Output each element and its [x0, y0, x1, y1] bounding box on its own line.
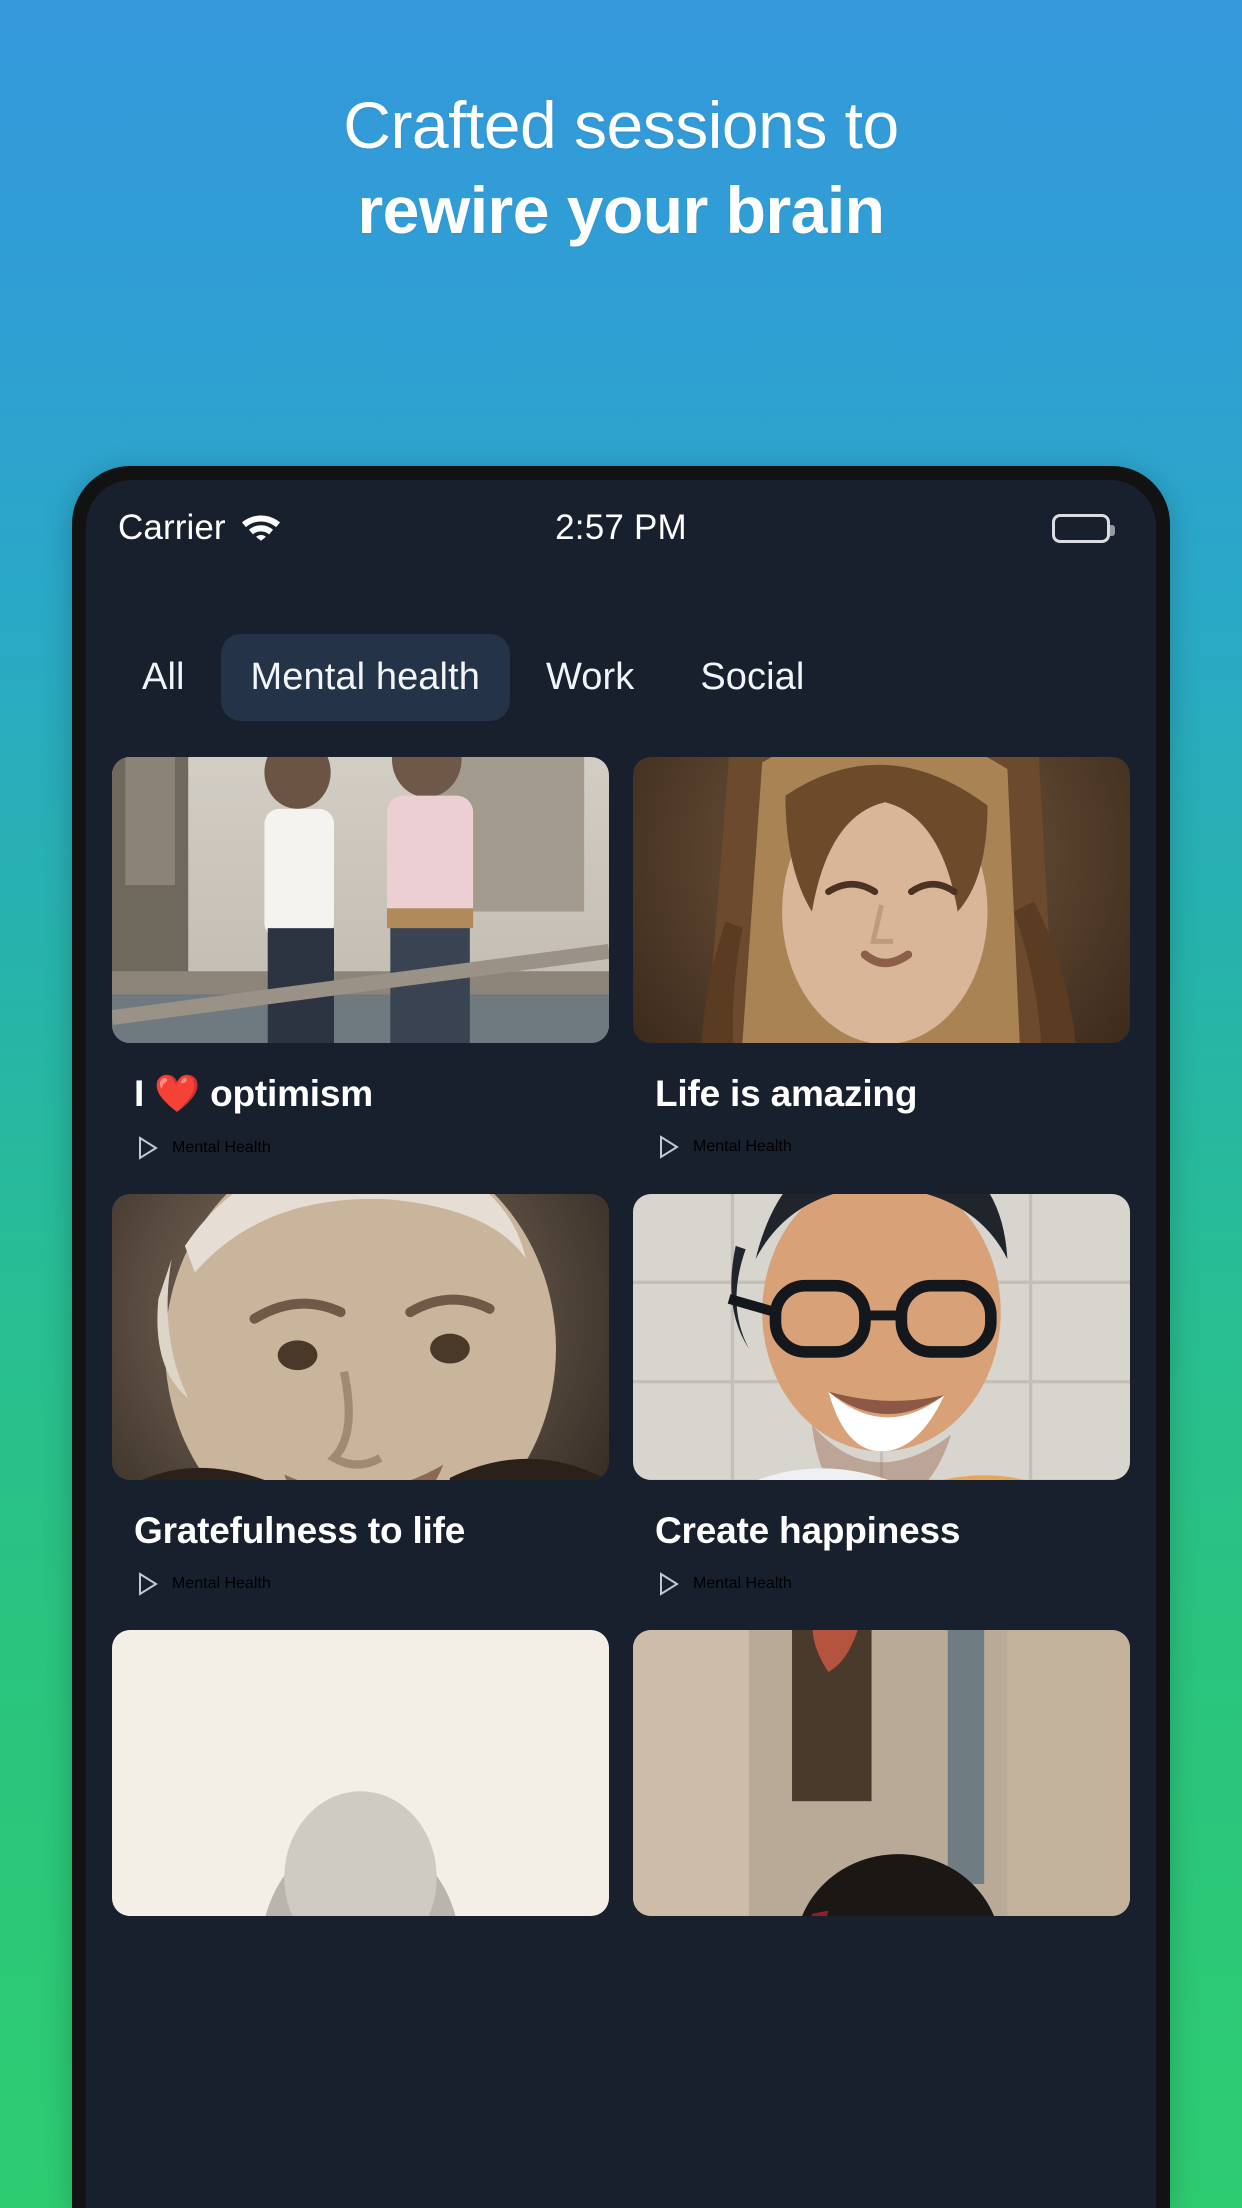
promo-headline: Crafted sessions to rewire your brain — [0, 88, 1242, 248]
session-card-category: Mental Health — [172, 1575, 271, 1592]
session-card[interactable]: I ❤️ optimism Mental Health — [112, 757, 609, 1160]
session-card-thumbnail[interactable] — [112, 1630, 609, 1916]
session-card[interactable]: Create happiness Mental Health — [633, 1194, 1130, 1596]
battery-full-icon — [1052, 513, 1115, 543]
play-triangle-icon — [660, 1135, 679, 1159]
play-triangle-icon — [139, 1572, 158, 1596]
session-card-title: Create happiness — [655, 1510, 961, 1551]
status-bar-left: Carrier — [118, 508, 282, 548]
session-card-meta: Mental Health — [633, 1135, 1130, 1159]
session-card-meta: Mental Health — [112, 1136, 609, 1160]
session-card-thumbnail[interactable] — [633, 1194, 1130, 1480]
session-card[interactable]: Life is amazing Mental Health — [633, 757, 1130, 1160]
session-card-thumbnail[interactable] — [633, 1630, 1130, 1916]
session-card-meta: Mental Health — [633, 1572, 1130, 1596]
play-triangle-icon — [139, 1136, 158, 1160]
wifi-icon — [240, 510, 282, 546]
carrier-label: Carrier — [118, 508, 226, 547]
promo-headline-line2: rewire your brain — [357, 173, 885, 248]
tab-mental-health[interactable]: Mental health — [220, 634, 510, 721]
session-card-meta: Mental Health — [112, 1572, 609, 1596]
session-card-thumbnail[interactable] — [633, 757, 1130, 1043]
status-bar-right — [1052, 513, 1115, 543]
session-card-partial[interactable] — [633, 1630, 1130, 1916]
session-card-thumbnail[interactable] — [112, 757, 609, 1043]
session-card-grid: I ❤️ optimism Mental Health Life is amaz… — [86, 721, 1156, 1916]
session-card-title: Life is amazing — [655, 1073, 918, 1114]
tab-social[interactable]: Social — [670, 634, 834, 721]
session-card-category: Mental Health — [693, 1138, 792, 1155]
phone-screen: Carrier 2:57 PM All Mental health Work S… — [86, 480, 1156, 2208]
session-card-category: Mental Health — [693, 1575, 792, 1592]
status-bar: Carrier 2:57 PM — [86, 480, 1156, 576]
play-triangle-icon — [660, 1572, 679, 1596]
promo-headline-line1: Crafted sessions to — [343, 88, 899, 162]
tab-all[interactable]: All — [112, 634, 215, 721]
session-card-title: Gratefulness to life — [134, 1510, 466, 1551]
session-card-title: I ❤️ optimism — [134, 1073, 373, 1114]
category-tabs: All Mental health Work Social — [86, 576, 1156, 721]
phone-mockup-frame: Carrier 2:57 PM All Mental health Work S… — [72, 466, 1170, 2208]
session-card-thumbnail[interactable] — [112, 1194, 609, 1480]
session-card-category: Mental Health — [172, 1139, 271, 1156]
session-card[interactable]: Gratefulness to life Mental Health — [112, 1194, 609, 1596]
session-card-partial[interactable] — [112, 1630, 609, 1916]
tab-work[interactable]: Work — [516, 634, 664, 721]
